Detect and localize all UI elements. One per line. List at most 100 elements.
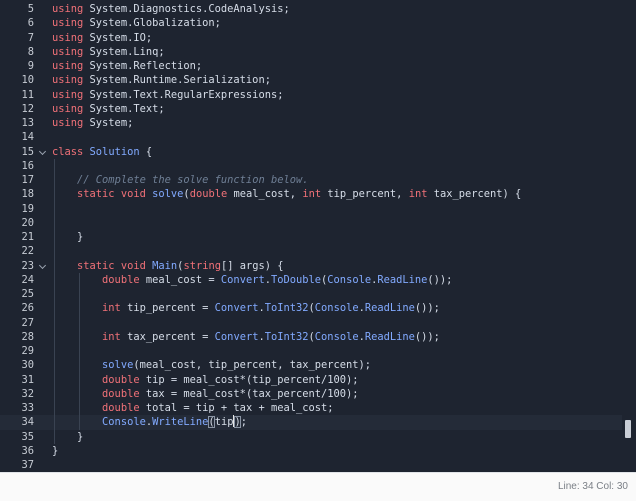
- code-line[interactable]: 28 int tax_percent = Convert.ToInt32(Con…: [0, 330, 622, 344]
- code-text[interactable]: using System.Runtime.Serialization;: [52, 73, 271, 87]
- code-text[interactable]: double total = tip + tax + meal_cost;: [52, 401, 333, 415]
- code-text[interactable]: using System.IO;: [52, 31, 152, 45]
- line-number: 28: [21, 330, 34, 343]
- code-text[interactable]: solve(meal_cost, tip_percent, tax_percen…: [52, 358, 371, 372]
- code-token: tip: [214, 416, 234, 429]
- code-line[interactable]: 31 double tip = meal_cost*(tip_percent/1…: [0, 373, 622, 387]
- code-editor[interactable]: 5 using System.Diagnostics.CodeAnalysis; 6…: [0, 0, 636, 472]
- code-token: using: [52, 45, 84, 58]
- line-number: 15: [21, 145, 34, 158]
- code-token: ReadLine: [364, 302, 415, 315]
- code-line[interactable]: 9 using System.Reflection;: [0, 59, 622, 73]
- code-line[interactable]: 36}: [0, 444, 622, 458]
- line-number: 32: [21, 387, 34, 400]
- code-token: tip_percent =: [120, 302, 215, 315]
- code-token: tip = meal_cost*(tip_percent/100);: [139, 373, 359, 386]
- line-number: 33: [21, 402, 34, 414]
- code-text[interactable]: using System;: [52, 116, 133, 130]
- code-text[interactable]: using System.Linq;: [52, 45, 165, 59]
- code-token: tip_percent,: [321, 188, 409, 201]
- code-line[interactable]: 11 using System.Text.RegularExpressions;: [0, 88, 622, 102]
- code-line[interactable]: 32 double tax = meal_cost*(tax_percent/1…: [0, 387, 622, 401]
- code-line[interactable]: 17 // Complete the solve function below.: [0, 173, 622, 187]
- code-token: meal_cost,: [227, 188, 303, 201]
- code-text[interactable]: int tax_percent = Convert.ToInt32(Consol…: [52, 330, 440, 344]
- code-text[interactable]: }: [52, 230, 83, 244]
- code-line[interactable]: 15 class Solution {: [0, 145, 622, 159]
- code-token: {: [139, 145, 153, 158]
- code-line[interactable]: 33 double total = tip + tax + meal_cost;: [0, 401, 622, 415]
- code-line[interactable]: 26 int tip_percent = Convert.ToInt32(Con…: [0, 301, 622, 315]
- code-line[interactable]: 20: [0, 216, 622, 230]
- code-token: using: [52, 3, 84, 15]
- code-text[interactable]: int tip_percent = Convert.ToInt32(Consol…: [52, 301, 440, 315]
- code-text[interactable]: }: [52, 444, 58, 458]
- code-token: int: [408, 188, 428, 201]
- vertical-scrollbar-thumb[interactable]: [625, 420, 631, 438]
- code-text[interactable]: static void solve(double meal_cost, int …: [52, 187, 521, 201]
- fold-chevron-icon[interactable]: [38, 259, 48, 273]
- code-token: }: [52, 231, 84, 243]
- code-line[interactable]: 5 using System.Diagnostics.CodeAnalysis;: [0, 2, 622, 16]
- code-line[interactable]: 24 double meal_cost = Convert.ToDouble(C…: [0, 273, 622, 287]
- cursor-position-indicator: Line: 34 Col: 30: [557, 481, 628, 492]
- vertical-scrollbar-track[interactable]: [622, 0, 636, 472]
- code-line[interactable]: 19: [0, 202, 622, 216]
- code-text[interactable]: double tip = meal_cost*(tip_percent/100)…: [52, 373, 359, 387]
- code-token: ());: [427, 273, 453, 286]
- code-token: ;: [240, 416, 247, 429]
- code-line[interactable]: 12 using System.Text;: [0, 102, 622, 116]
- code-text[interactable]: class Solution {: [52, 145, 152, 159]
- code-line[interactable]: 21 }: [0, 230, 622, 244]
- code-line[interactable]: 6 using System.Globalization;: [0, 16, 622, 30]
- code-token: ());: [414, 302, 440, 315]
- code-line[interactable]: 22: [0, 244, 622, 258]
- line-number: 21: [21, 231, 34, 243]
- code-token: }: [52, 430, 84, 443]
- line-number: 37: [21, 459, 34, 471]
- line-number: 23: [21, 259, 34, 272]
- code-token: using: [52, 74, 84, 87]
- code-line[interactable]: 10 using System.Runtime.Serialization;: [0, 73, 622, 87]
- code-line[interactable]: 23 static void Main(string[] args) {: [0, 259, 622, 273]
- code-token: string: [183, 259, 221, 272]
- code-line[interactable]: 18 static void solve(double meal_cost, i…: [0, 187, 622, 201]
- code-text[interactable]: using System.Reflection;: [52, 59, 202, 73]
- code-text[interactable]: using System.Globalization;: [52, 16, 221, 30]
- code-line[interactable]: 34 Console.WriteLine(tip);: [0, 415, 622, 430]
- fold-chevron-icon[interactable]: [38, 145, 48, 159]
- code-text[interactable]: Console.WriteLine(tip);: [52, 415, 247, 429]
- line-number: 35: [21, 430, 34, 443]
- code-line[interactable]: 37: [0, 458, 622, 472]
- status-bar: Line: 34 Col: 30: [0, 472, 636, 501]
- code-text[interactable]: static void Main(string[] args) {: [52, 259, 284, 273]
- code-line[interactable]: 27: [0, 316, 622, 330]
- code-token: Console: [327, 273, 372, 286]
- code-line[interactable]: 29: [0, 344, 622, 358]
- code-line[interactable]: 16: [0, 159, 622, 173]
- code-text[interactable]: }: [52, 430, 83, 444]
- code-text[interactable]: using System.Text.RegularExpressions;: [52, 88, 283, 102]
- code-text[interactable]: double tax = meal_cost*(tax_percent/100)…: [52, 387, 359, 401]
- code-text[interactable]: double meal_cost = Convert.ToDouble(Cons…: [52, 273, 452, 287]
- code-line[interactable]: 35 }: [0, 430, 622, 444]
- code-line[interactable]: 30 solve(meal_cost, tip_percent, tax_per…: [0, 358, 622, 372]
- code-line[interactable]: 8 using System.Linq;: [0, 45, 622, 59]
- code-line[interactable]: 13 using System;: [0, 116, 622, 130]
- code-line[interactable]: 25: [0, 287, 622, 301]
- code-text[interactable]: using System.Diagnostics.CodeAnalysis;: [52, 2, 290, 16]
- code-text[interactable]: using System.Text;: [52, 102, 165, 116]
- code-line[interactable]: 7 using System.IO;: [0, 31, 622, 45]
- line-number: 36: [21, 444, 34, 457]
- line-number: 5: [27, 3, 34, 15]
- code-token: using: [52, 117, 84, 129]
- code-line[interactable]: 14: [0, 130, 622, 144]
- indent-guide: [54, 158, 55, 444]
- code-text[interactable]: // Complete the solve function below.: [52, 173, 308, 187]
- line-number: 22: [21, 245, 34, 258]
- line-number: 30: [21, 359, 34, 372]
